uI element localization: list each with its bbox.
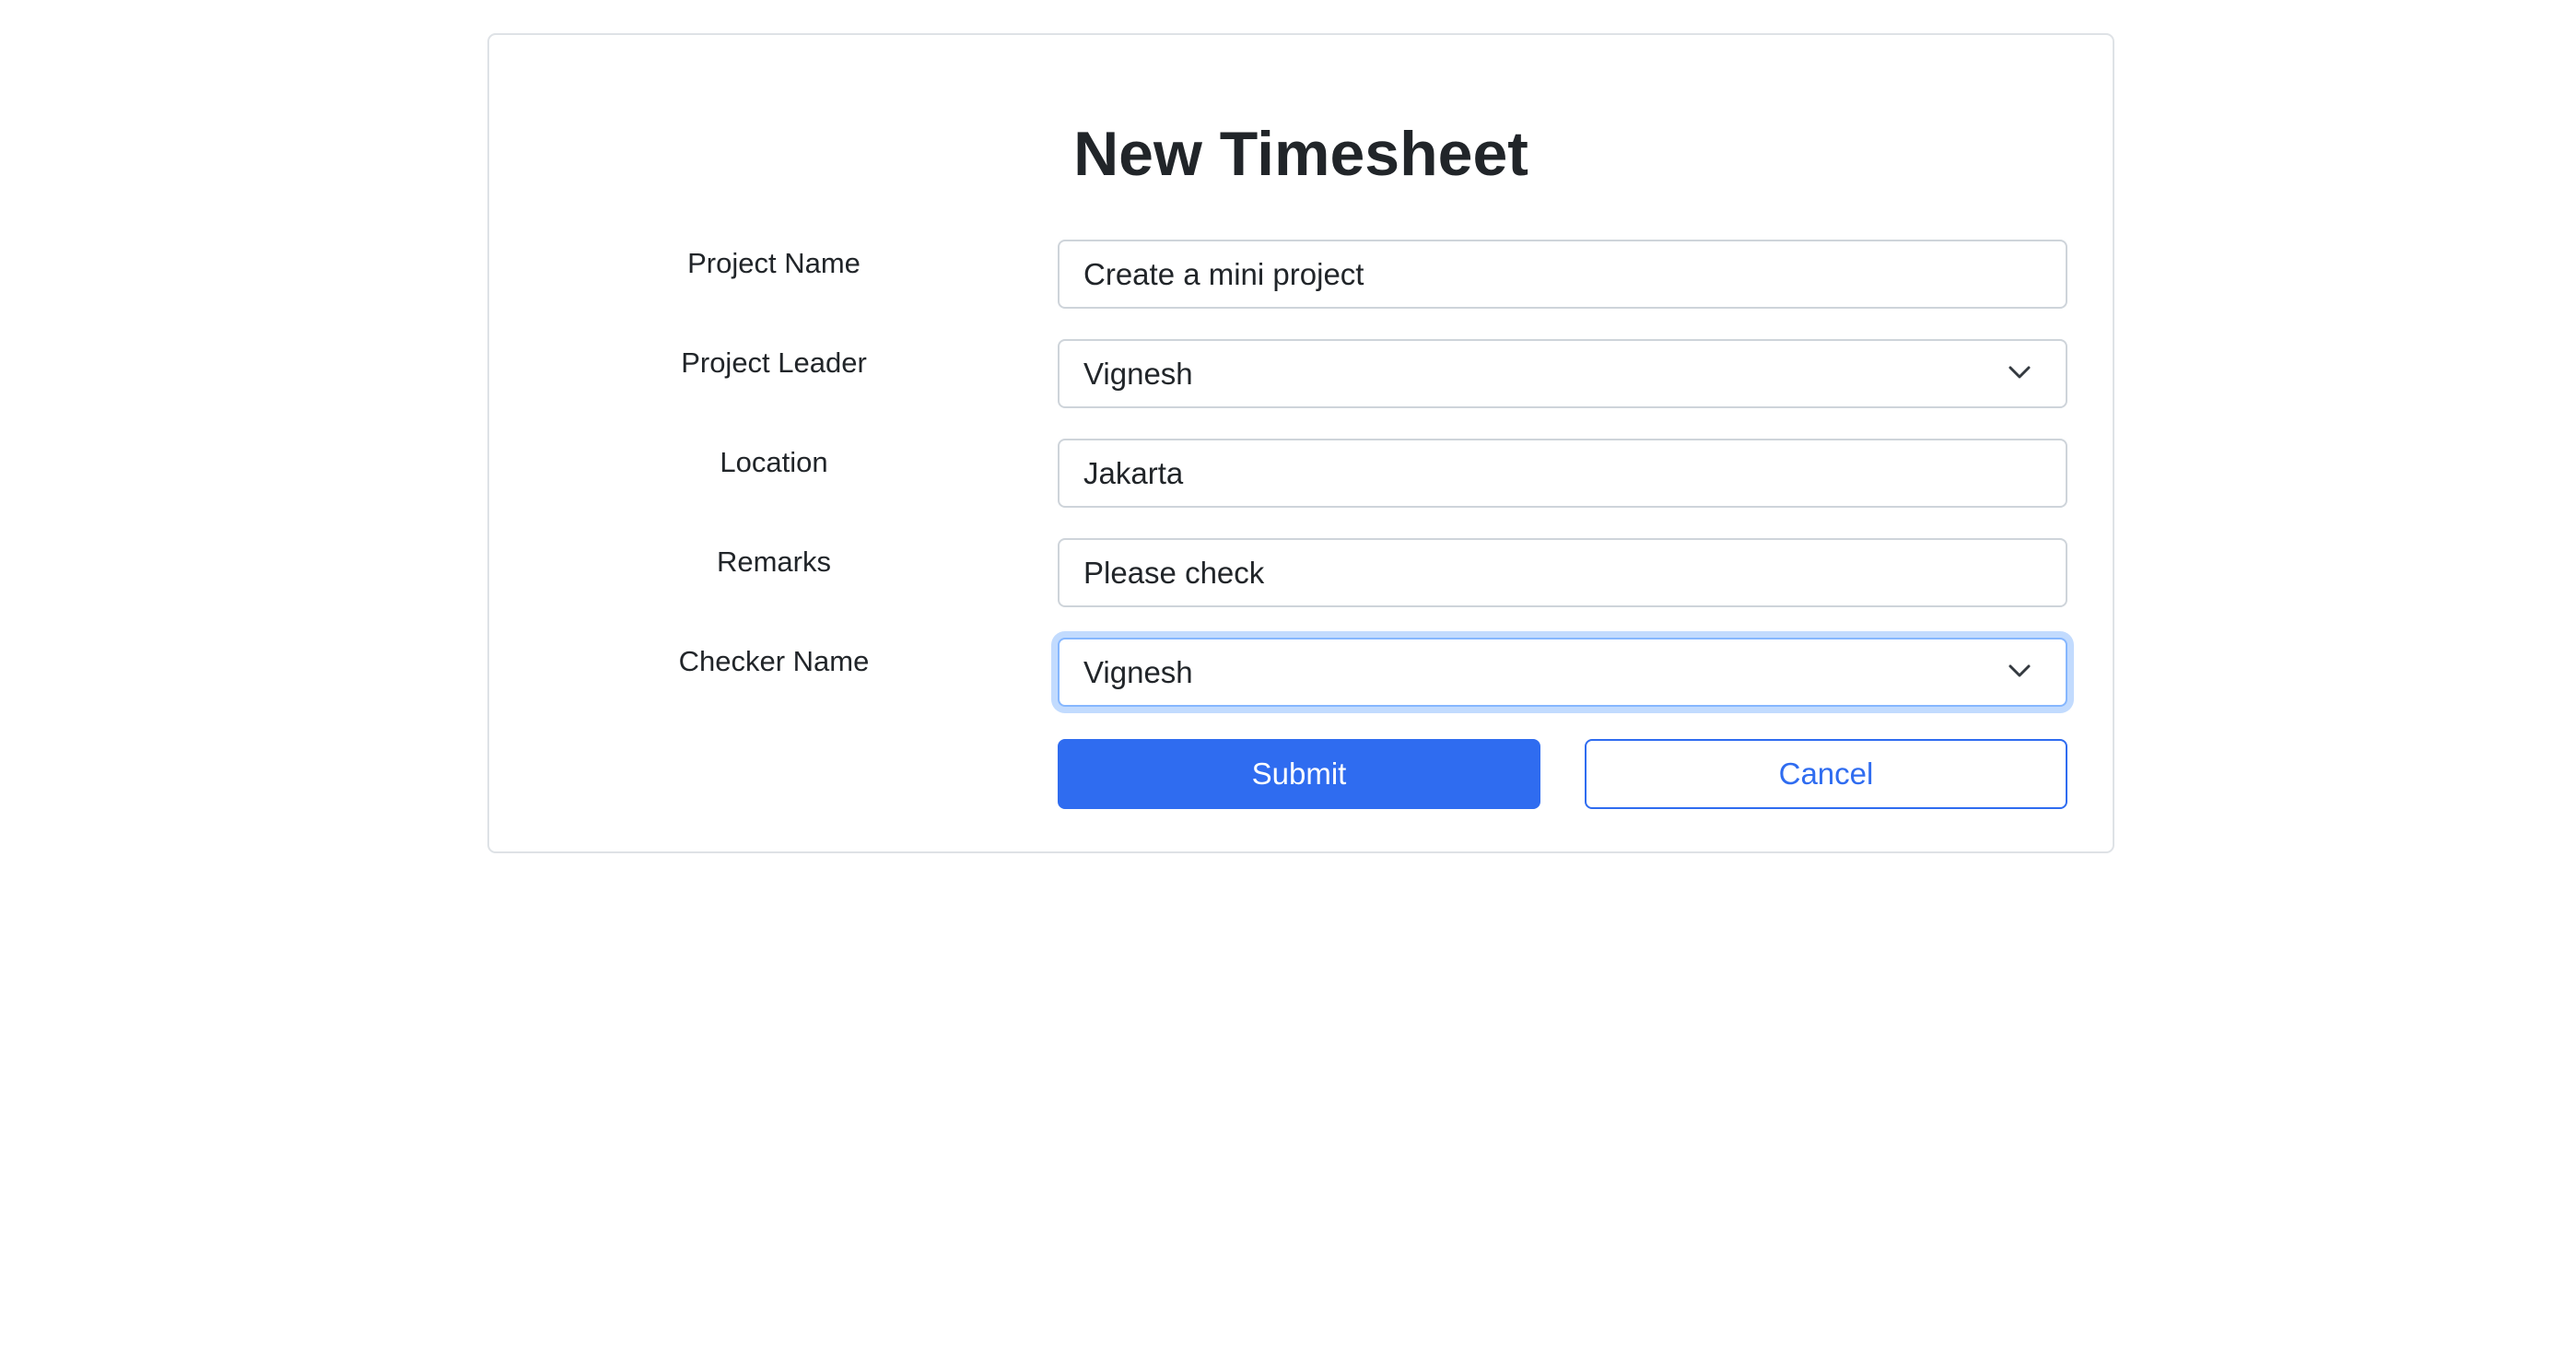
checker-name-select[interactable]: Vignesh	[1058, 638, 2067, 707]
remarks-value: Please check	[1083, 556, 1265, 590]
location-input[interactable]: Jakarta	[1058, 439, 2067, 508]
location-value: Jakarta	[1083, 456, 1184, 490]
submit-button[interactable]: Submit	[1058, 739, 1540, 809]
project-leader-value: Vignesh	[1083, 357, 1193, 391]
project-leader-select[interactable]: Vignesh	[1058, 339, 2067, 408]
checker-name-label: Checker Name	[678, 645, 870, 677]
remarks-label: Remarks	[716, 546, 831, 578]
project-name-label: Project Name	[687, 247, 861, 279]
chevron-down-icon	[2008, 366, 2031, 379]
project-leader-label: Project Leader	[681, 346, 867, 379]
project-name-value: Create a mini project	[1083, 257, 1364, 291]
location-label: Location	[720, 446, 828, 478]
page-title: New Timesheet	[1073, 119, 1528, 189]
project-name-input[interactable]: Create a mini project	[1058, 240, 2067, 309]
chevron-down-icon	[2008, 664, 2031, 677]
checker-name-value: Vignesh	[1083, 655, 1193, 689]
cancel-button[interactable]: Cancel	[1585, 739, 2067, 809]
remarks-input[interactable]: Please check	[1058, 538, 2067, 607]
